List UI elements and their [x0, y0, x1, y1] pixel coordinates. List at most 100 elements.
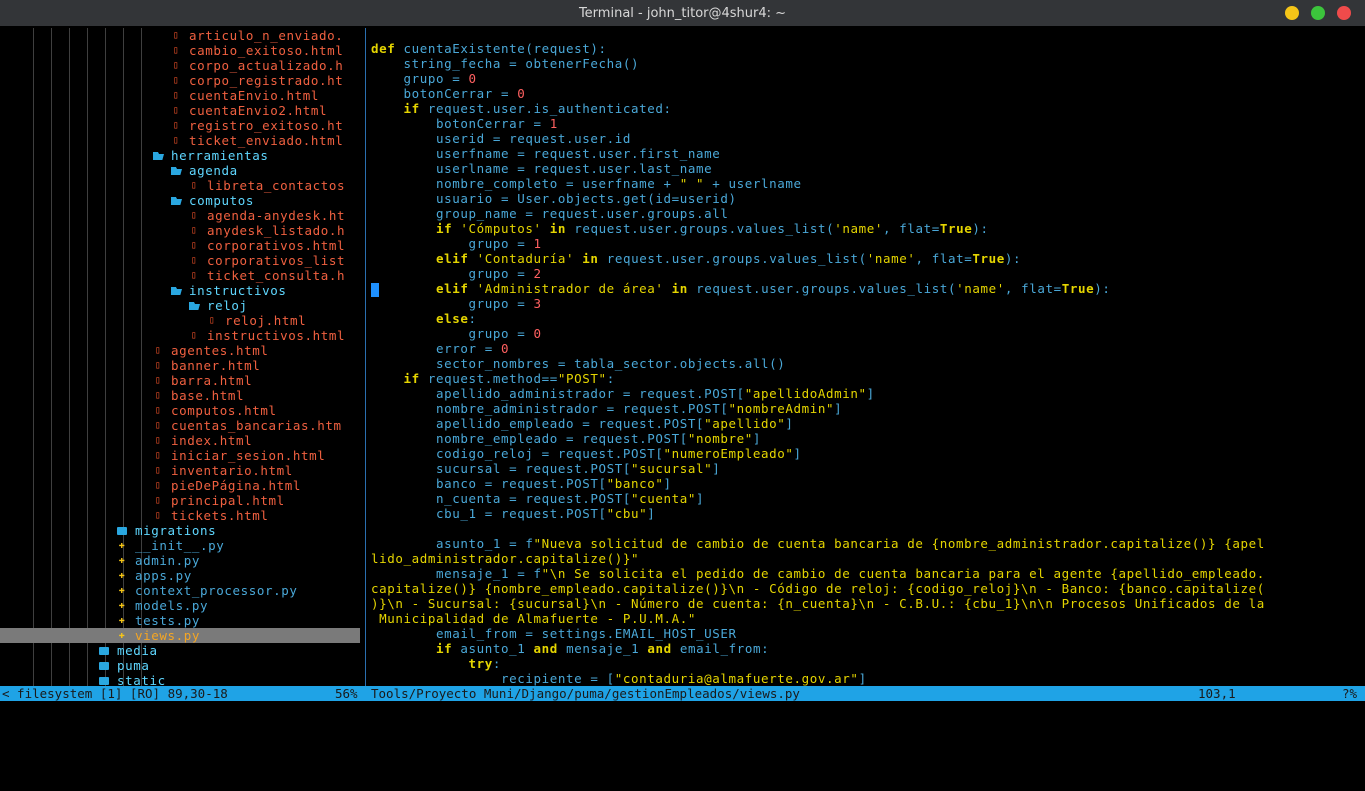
- tree-item[interactable]: ▯ barra.html: [0, 373, 360, 388]
- tree-item[interactable]: ✚ models.py: [0, 598, 360, 613]
- tree-item[interactable]: ▯ corpo_actualizado.h: [0, 58, 360, 73]
- code-line[interactable]: usuario = User.objects.get(id=userid): [371, 191, 1361, 206]
- code-line[interactable]: string_fecha = obtenerFecha(): [371, 56, 1361, 71]
- tree-item[interactable]: migrations: [0, 523, 360, 538]
- tree-item[interactable]: ✚ __init__.py: [0, 538, 360, 553]
- tree-item[interactable]: ✚ apps.py: [0, 568, 360, 583]
- tree-item[interactable]: ▯ agentes.html: [0, 343, 360, 358]
- tree-item[interactable]: herramientas: [0, 148, 360, 163]
- tree-item[interactable]: ▯ inventario.html: [0, 463, 360, 478]
- tree-item[interactable]: ✚ views.py: [0, 628, 360, 643]
- code-line[interactable]: capitalize()} {nombre_empleado.capitaliz…: [371, 581, 1361, 596]
- code-line[interactable]: Municipalidad de Almafuerte - P.U.M.A.": [371, 611, 1361, 626]
- code-line[interactable]: nombre_administrador = request.POST["nom…: [371, 401, 1361, 416]
- code-line[interactable]: userlname = request.user.last_name: [371, 161, 1361, 176]
- tree-item[interactable]: ▯ banner.html: [0, 358, 360, 373]
- code-line[interactable]: userid = request.user.id: [371, 131, 1361, 146]
- code-line[interactable]: [371, 521, 1361, 536]
- code-line[interactable]: grupo = 3: [371, 296, 1361, 311]
- tree-item[interactable]: ▯ cuentas_bancarias.htm: [0, 418, 360, 433]
- code-line[interactable]: n_cuenta = request.POST["cuenta"]: [371, 491, 1361, 506]
- tree-item[interactable]: ▯ instructivos.html: [0, 328, 360, 343]
- code-line[interactable]: nombre_empleado = request.POST["nombre"]: [371, 431, 1361, 446]
- tree-item[interactable]: ▯ tickets.html: [0, 508, 360, 523]
- tree-item[interactable]: ▯ ticket_consulta.h: [0, 268, 360, 283]
- terminal-area[interactable]: ▯ articulo_n_enviado. ▯ cambio_exitoso.html…: [0, 28, 1365, 727]
- tree-item[interactable]: static: [0, 673, 360, 686]
- code-line[interactable]: else:: [371, 311, 1361, 326]
- code-line[interactable]: error = 0: [371, 341, 1361, 356]
- code-line[interactable]: sector_nombres = tabla_sector.objects.al…: [371, 356, 1361, 371]
- code-line[interactable]: grupo = 2: [371, 266, 1361, 281]
- tree-item[interactable]: ▯ articulo_n_enviado.: [0, 28, 360, 43]
- code-line[interactable]: banco = request.POST["banco"]: [371, 476, 1361, 491]
- tree-item[interactable]: ✚ context_processor.py: [0, 583, 360, 598]
- maximize-button[interactable]: [1311, 6, 1325, 20]
- code-line[interactable]: if request.method=="POST":: [371, 371, 1361, 386]
- tree-item[interactable]: media: [0, 643, 360, 658]
- window-titlebar[interactable]: Terminal - john_titor@4shur4: ~: [0, 0, 1365, 26]
- code-line[interactable]: if 'Cómputos' in request.user.groups.val…: [371, 221, 1361, 236]
- tree-item-label: registro_exitoso.ht: [189, 118, 344, 133]
- tree-item[interactable]: ▯ principal.html: [0, 493, 360, 508]
- code-line[interactable]: botonCerrar = 1: [371, 116, 1361, 131]
- html-file-icon: ▯: [154, 360, 162, 371]
- code-token: ):: [1004, 251, 1022, 266]
- tree-item[interactable]: ▯ cuentaEnvio2.html: [0, 103, 360, 118]
- code-line[interactable]: email_from = settings.EMAIL_HOST_USER: [371, 626, 1361, 641]
- code-line[interactable]: apellido_administrador = request.POST["a…: [371, 386, 1361, 401]
- tree-item[interactable]: agenda: [0, 163, 360, 178]
- tree-item[interactable]: ▯ pieDePágina.html: [0, 478, 360, 493]
- code-line[interactable]: if asunto_1 and mensaje_1 and email_from…: [371, 641, 1361, 656]
- tree-item[interactable]: ▯ agenda-anydesk.ht: [0, 208, 360, 223]
- code-line[interactable]: nombre_completo = userfname + " " + user…: [371, 176, 1361, 191]
- code-line[interactable]: userfname = request.user.first_name: [371, 146, 1361, 161]
- code-line[interactable]: botonCerrar = 0: [371, 86, 1361, 101]
- code-line[interactable]: elif 'Administrador de área' in request.…: [371, 281, 1361, 296]
- tree-item[interactable]: ▯ corporativos.html: [0, 238, 360, 253]
- code-line[interactable]: lido_administrador.capitalize()}": [371, 551, 1361, 566]
- code-line[interactable]: if request.user.is_authenticated:: [371, 101, 1361, 116]
- tree-item[interactable]: ▯ cuentaEnvio.html: [0, 88, 360, 103]
- tree-item[interactable]: ▯ computos.html: [0, 403, 360, 418]
- code-line[interactable]: apellido_empleado = request.POST["apelli…: [371, 416, 1361, 431]
- tree-item[interactable]: instructivos: [0, 283, 360, 298]
- code-line[interactable]: grupo = 0: [371, 326, 1361, 341]
- code-editor-pane[interactable]: def cuentaExistente(request): string_fec…: [371, 41, 1361, 686]
- html-file-icon: ▯: [190, 255, 198, 266]
- tree-item[interactable]: ▯ corpo_registrado.ht: [0, 73, 360, 88]
- tree-item[interactable]: computos: [0, 193, 360, 208]
- pane-divider[interactable]: [365, 28, 366, 686]
- tree-item[interactable]: ▯ cambio_exitoso.html: [0, 43, 360, 58]
- code-line[interactable]: mensaje_1 = f"\n Se solicita el pedido d…: [371, 566, 1361, 581]
- tree-item[interactable]: ▯ reloj.html: [0, 313, 360, 328]
- code-line[interactable]: )}\n - Sucursal: {sucursal}\n - Número d…: [371, 596, 1361, 611]
- tree-item[interactable]: ▯ libreta_contactos: [0, 178, 360, 193]
- code-line[interactable]: codigo_reloj = request.POST["numeroEmple…: [371, 446, 1361, 461]
- tree-item[interactable]: ▯ registro_exitoso.ht: [0, 118, 360, 133]
- tree-item[interactable]: ▯ iniciar_sesion.html: [0, 448, 360, 463]
- tree-item[interactable]: ▯ corporativos_list: [0, 253, 360, 268]
- tree-item[interactable]: ▯ anydesk_listado.h: [0, 223, 360, 238]
- code-line[interactable]: asunto_1 = f"Nueva solicitud de cambio d…: [371, 536, 1361, 551]
- tree-item[interactable]: ▯ base.html: [0, 388, 360, 403]
- code-line[interactable]: elif 'Contaduría' in request.user.groups…: [371, 251, 1361, 266]
- tree-item[interactable]: ▯ index.html: [0, 433, 360, 448]
- code-line[interactable]: cbu_1 = request.POST["cbu"]: [371, 506, 1361, 521]
- code-line[interactable]: group_name = request.user.groups.all: [371, 206, 1361, 221]
- code-line[interactable]: def cuentaExistente(request):: [371, 41, 1361, 56]
- code-line[interactable]: try:: [371, 656, 1361, 671]
- code-line[interactable]: grupo = 1: [371, 236, 1361, 251]
- code-line[interactable]: recipiente = ["contaduria@almafuerte.gov…: [371, 671, 1361, 686]
- file-tree-pane[interactable]: ▯ articulo_n_enviado. ▯ cambio_exitoso.html…: [0, 28, 364, 686]
- code-line[interactable]: grupo = 0: [371, 71, 1361, 86]
- tree-item[interactable]: ▯ ticket_enviado.html: [0, 133, 360, 148]
- tree-item[interactable]: puma: [0, 658, 360, 673]
- minimize-button[interactable]: [1285, 6, 1299, 20]
- tree-item[interactable]: ✚ tests.py: [0, 613, 360, 628]
- tree-item[interactable]: reloj: [0, 298, 360, 313]
- code-line[interactable]: sucursal = request.POST["sucursal"]: [371, 461, 1361, 476]
- close-button[interactable]: [1337, 6, 1351, 20]
- tree-item[interactable]: ✚ admin.py: [0, 553, 360, 568]
